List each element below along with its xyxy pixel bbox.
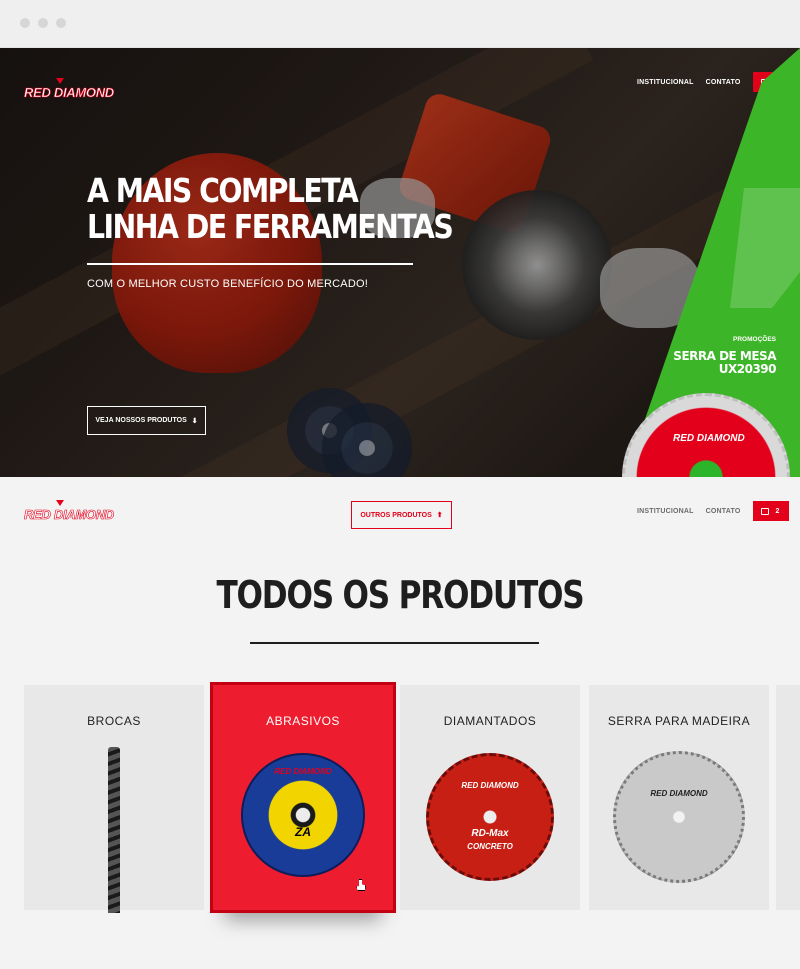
hero-banner: RED DIAMOND INSTITUCIONAL CONTATO 2 A MA…: [0, 48, 800, 477]
disc-model-text: RD-Max: [471, 828, 509, 839]
nav-institucional-link[interactable]: INSTITUCIONAL: [637, 79, 694, 86]
section-title: TODOS OS PRODUTOS: [216, 573, 585, 617]
disc-brand-text: RED DIAMOND: [650, 789, 708, 798]
product-card-serra-madeira[interactable]: SERRA PARA MADEIRA RED DIAMOND: [589, 685, 769, 910]
outros-produtos-button[interactable]: OUTROS PRODUTOS ⬆: [351, 501, 452, 529]
disc-grade-text: ZA: [295, 825, 311, 839]
card-label: SERRA PARA MADEIRA: [607, 714, 751, 728]
saw-blade-logo: RED DIAMOND: [673, 433, 745, 444]
drill-bit-image: [108, 747, 120, 913]
promo-label: PROMOÇÕES: [733, 336, 776, 343]
nav-institucional-link[interactable]: INSTITUCIONAL: [637, 508, 694, 515]
arrow-down-icon: ⬇: [191, 417, 198, 425]
disc-brand-text: RED DIAMOND: [461, 781, 519, 790]
brand-logo[interactable]: RED DIAMOND: [24, 500, 114, 524]
card-label: BROCAS: [87, 714, 141, 728]
window-dot-icon[interactable]: [38, 18, 48, 28]
subheader-nav: INSTITUCIONAL CONTATO 2: [637, 501, 789, 521]
diamond-blade-image: [426, 753, 554, 881]
veja-produtos-button[interactable]: VEJA NOSSOS PRODUTOS ⬇: [87, 406, 206, 435]
product-card-brocas[interactable]: BROCAS: [24, 685, 204, 913]
card-label: DIAMANTADOS: [443, 714, 537, 728]
section-divider: [250, 642, 539, 644]
nav-contato-link[interactable]: CONTATO: [706, 508, 741, 515]
cart-count: 2: [775, 507, 780, 515]
hero-headline: A MAIS COMPLETA LINHA DE FERRAMENTAS: [87, 171, 454, 246]
diamond-icon: [56, 500, 64, 506]
promo-product-name[interactable]: SERRA DE MESA UX20390: [673, 350, 776, 376]
nav-contato-link[interactable]: CONTATO: [706, 79, 741, 86]
hero-divider: [87, 263, 413, 265]
diamond-icon: [56, 78, 64, 84]
wood-saw-image: [613, 751, 745, 883]
disc-brand-text: RED DIAMOND: [274, 767, 332, 776]
browser-chrome: [0, 0, 800, 48]
card-label: ABRASIVOS: [266, 714, 340, 728]
hero-subtitle: COM O MELHOR CUSTO BENEFÍCIO DO MERCADO!: [87, 278, 368, 290]
box-icon: [761, 507, 770, 515]
cart-button[interactable]: 2: [752, 501, 789, 521]
window-dot-icon[interactable]: [20, 18, 30, 28]
arrow-up-icon: ⬆: [436, 512, 443, 519]
disc-type-text: CONCRETO: [467, 842, 513, 851]
product-card-abrasivos[interactable]: ABRASIVOS RED DIAMOND ZA: [210, 682, 396, 913]
brand-logo[interactable]: RED DIAMOND: [24, 78, 114, 102]
product-card-next[interactable]: [776, 685, 800, 910]
product-card-diamantados[interactable]: DIAMANTADOS RED DIAMOND RD-Max CONCRETO: [400, 685, 580, 910]
window-dot-icon[interactable]: [56, 18, 66, 28]
